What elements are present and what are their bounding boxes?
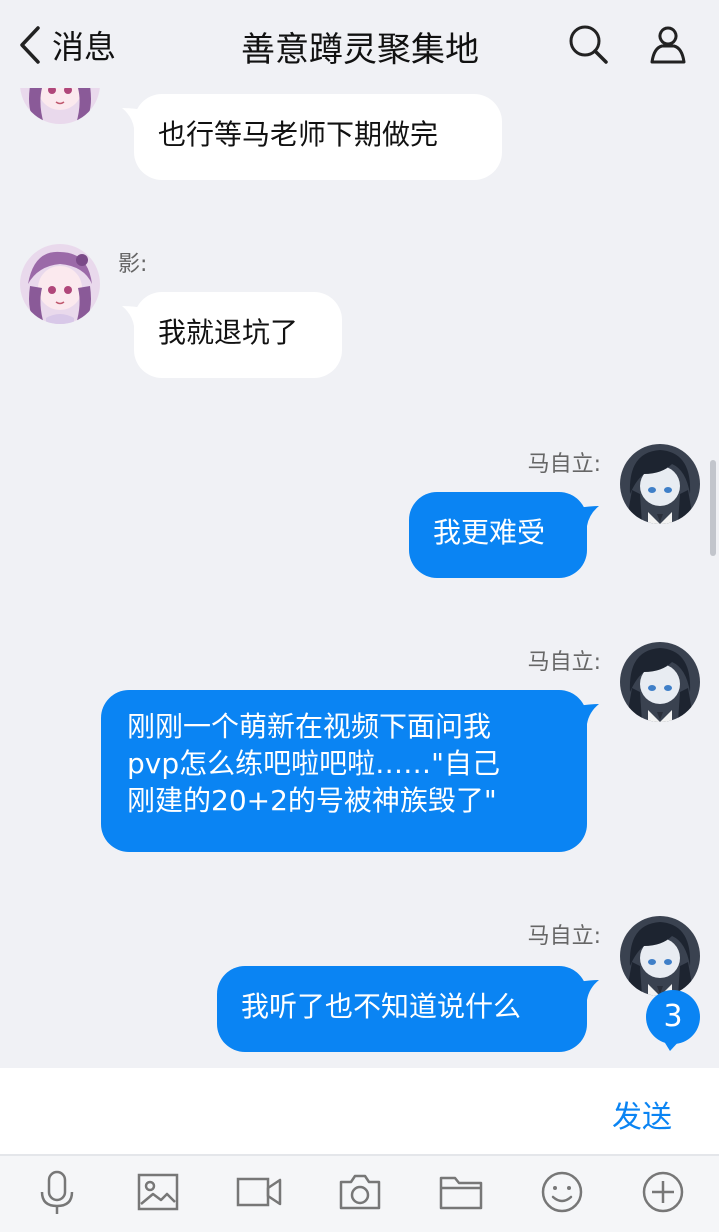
message-bubble[interactable]: 也行等马老师下期做完 [134, 94, 502, 180]
chat-header: 消息 善意蹲灵聚集地 [0, 0, 719, 88]
image-icon [137, 1173, 179, 1211]
sender-name: 影: [118, 252, 148, 277]
avatar-dark-hair-image [620, 916, 700, 996]
image-button[interactable] [134, 1168, 182, 1216]
video-button[interactable] [235, 1168, 283, 1216]
emoji-button[interactable] [538, 1168, 586, 1216]
video-icon [236, 1177, 282, 1207]
message-text-line: 刚建的20+2的号被神族毁了" [127, 784, 497, 817]
voice-button[interactable] [33, 1168, 81, 1216]
search-icon [569, 25, 608, 64]
avatar[interactable] [620, 916, 700, 996]
message-list[interactable]: 也行等马老师下期做完 影: 我就退坑了 马自立: 我更难受 马自立: 刚刚一个萌… [0, 88, 719, 1068]
bubble-tail [577, 506, 599, 526]
avatar-dark-hair-image [620, 444, 700, 524]
person-icon [650, 26, 686, 64]
group-members-button[interactable] [646, 22, 690, 66]
scrollbar[interactable] [710, 460, 716, 556]
plus-icon [642, 1171, 684, 1213]
bubble-tail [577, 704, 599, 724]
message-bubble[interactable]: 我听了也不知道说什么 [217, 966, 587, 1052]
sender-name: 马自立: [527, 650, 601, 675]
message-bubble[interactable]: 我就退坑了 [134, 292, 342, 378]
back-label: 消息 [52, 28, 117, 66]
message-bubble[interactable]: 我更难受 [409, 492, 587, 578]
avatar[interactable] [20, 88, 100, 124]
unread-count-badge[interactable]: 3 [646, 990, 700, 1044]
avatar-girl-image [20, 88, 100, 124]
message-text: 我听了也不知道说什么 [241, 990, 522, 1023]
avatar[interactable] [620, 444, 700, 524]
file-button[interactable] [437, 1168, 485, 1216]
search-button[interactable] [566, 22, 610, 66]
avatar-girl-image [20, 244, 100, 324]
emoji-icon [541, 1171, 583, 1213]
message-input[interactable] [16, 1080, 576, 1144]
composer: 发送 [0, 1068, 719, 1156]
chevron-left-icon [20, 26, 40, 64]
avatar[interactable] [620, 642, 700, 722]
message-text: 我就退坑了 [158, 316, 299, 349]
bubble-tail [122, 108, 144, 128]
folder-icon [439, 1176, 483, 1210]
camera-button[interactable] [336, 1168, 384, 1216]
message-text-line: pvp怎么练吧啦吧啦……"自己 [127, 747, 500, 780]
bubble-tail [122, 306, 144, 326]
send-button[interactable]: 发送 [612, 1092, 672, 1136]
back-button[interactable]: 消息 [16, 20, 116, 70]
message-text-line: 刚刚一个萌新在视频下面问我 [127, 710, 492, 743]
composer-toolbar [0, 1156, 719, 1232]
page-title: 善意蹲灵聚集地 [241, 30, 479, 70]
sender-name: 马自立: [527, 452, 601, 477]
unread-badge-tail [662, 1038, 682, 1051]
bubble-tail [577, 980, 599, 1000]
camera-icon [339, 1174, 381, 1210]
message-text: 我更难受 [433, 516, 546, 549]
message-bubble[interactable]: 刚刚一个萌新在视频下面问我 pvp怎么练吧啦吧啦……"自己 刚建的20+2的号被… [101, 690, 587, 852]
avatar-dark-hair-image [620, 642, 700, 722]
microphone-icon [40, 1170, 74, 1214]
more-button[interactable] [639, 1168, 687, 1216]
avatar[interactable] [20, 244, 100, 324]
sender-name: 马自立: [527, 924, 601, 949]
message-text: 也行等马老师下期做完 [158, 118, 439, 151]
